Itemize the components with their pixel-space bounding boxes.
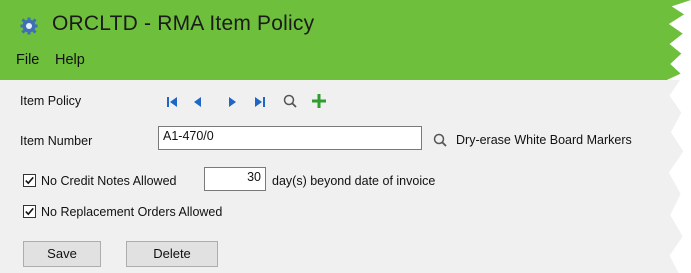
- menu-file[interactable]: File: [16, 52, 39, 68]
- days-value: 30: [247, 170, 261, 184]
- no-replacement-orders-checkbox[interactable]: [23, 205, 36, 218]
- save-button[interactable]: Save: [23, 241, 101, 267]
- days-suffix: day(s) beyond date of invoice: [272, 174, 436, 188]
- rma-item-policy-window: ORCLTD - RMA Item Policy File Help Item …: [0, 0, 691, 273]
- no-replacement-orders-label: No Replacement Orders Allowed: [41, 205, 223, 219]
- menu-help[interactable]: Help: [55, 52, 85, 68]
- previous-record-icon[interactable]: [190, 94, 206, 110]
- item-number-input[interactable]: A1-470/0: [158, 126, 422, 150]
- form-panel: Item Policy Item Number A1-470/0 Dry-era…: [0, 80, 684, 273]
- next-record-icon[interactable]: [224, 94, 240, 110]
- first-record-icon[interactable]: [164, 94, 180, 110]
- no-credit-notes-label: No Credit Notes Allowed: [41, 174, 177, 188]
- item-description: Dry-erase White Board Markers: [456, 133, 632, 147]
- no-credit-notes-checkbox[interactable]: [23, 174, 36, 187]
- window-title: ORCLTD - RMA Item Policy: [52, 12, 315, 35]
- item-search-icon[interactable]: [432, 132, 448, 148]
- gear-icon: [20, 17, 38, 35]
- item-number-label: Item Number: [20, 134, 93, 148]
- item-policy-label: Item Policy: [20, 94, 82, 108]
- days-input[interactable]: 30: [204, 167, 266, 191]
- delete-button[interactable]: Delete: [126, 241, 218, 267]
- last-record-icon[interactable]: [252, 94, 268, 110]
- add-icon[interactable]: [310, 92, 328, 110]
- item-number-value: A1-470/0: [163, 129, 214, 143]
- title-bar: ORCLTD - RMA Item Policy File Help: [0, 0, 691, 80]
- search-icon[interactable]: [282, 93, 298, 109]
- menu-bar: File Help: [0, 46, 668, 74]
